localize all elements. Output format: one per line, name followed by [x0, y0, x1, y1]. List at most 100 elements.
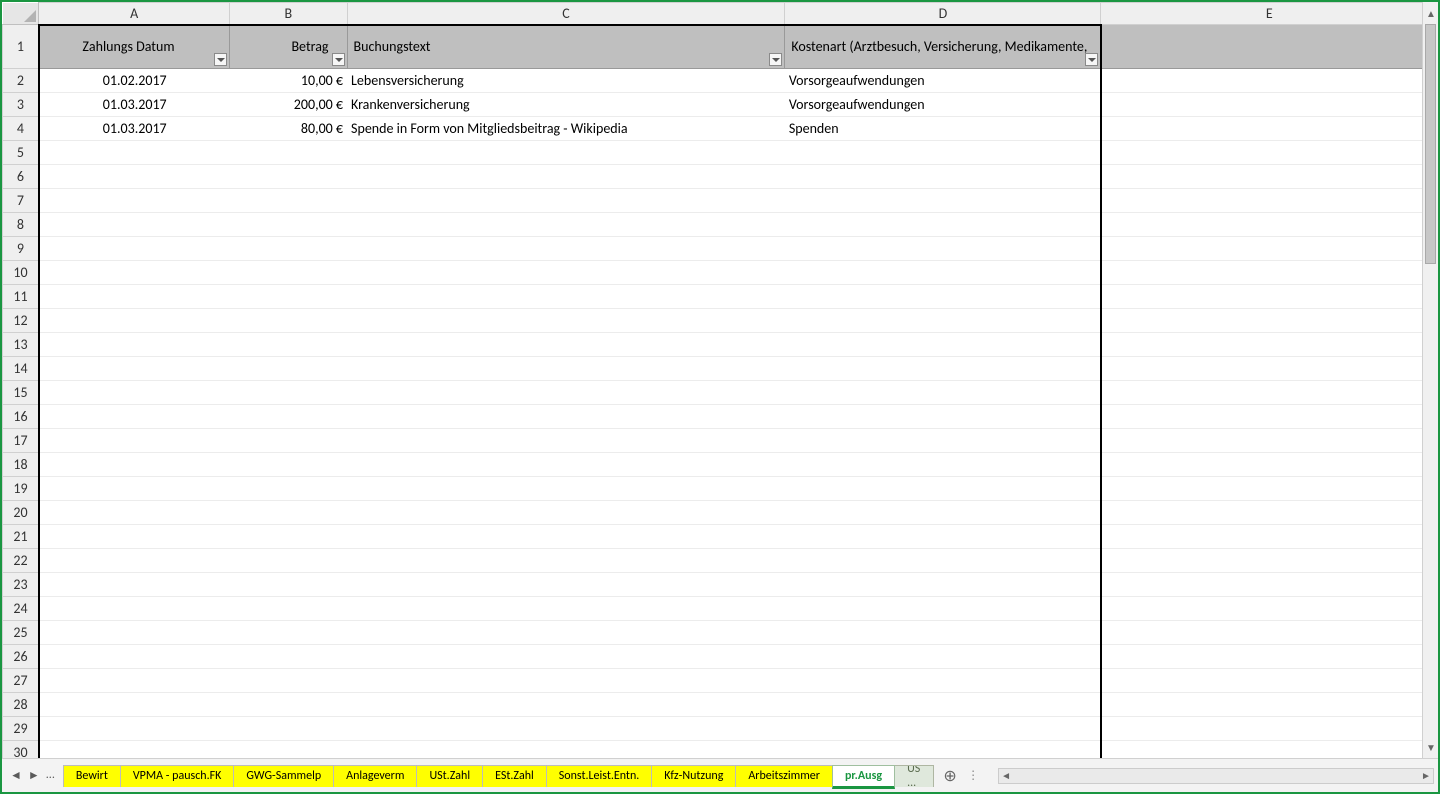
- row-header[interactable]: 15: [3, 381, 39, 405]
- row-header[interactable]: 28: [3, 693, 39, 717]
- cell[interactable]: [39, 213, 230, 237]
- cell[interactable]: [229, 693, 347, 717]
- cell[interactable]: [229, 213, 347, 237]
- cell[interactable]: [347, 405, 785, 429]
- sheet-tab[interactable]: GWG-Sammelp: [233, 765, 334, 787]
- cell[interactable]: [785, 285, 1101, 309]
- row-header[interactable]: 17: [3, 429, 39, 453]
- sheet-tab[interactable]: Kfz-Nutzung: [651, 765, 736, 787]
- col-header-A[interactable]: A: [39, 3, 230, 25]
- scroll-left-icon[interactable]: ◄: [999, 769, 1013, 783]
- table-header-buchungstext[interactable]: Buchungstext: [347, 25, 785, 69]
- cell[interactable]: Spenden: [785, 117, 1101, 141]
- cell[interactable]: [347, 573, 785, 597]
- cell[interactable]: [1101, 717, 1438, 741]
- row-header[interactable]: 16: [3, 405, 39, 429]
- cell[interactable]: [785, 237, 1101, 261]
- cell[interactable]: [1101, 669, 1438, 693]
- cell[interactable]: [785, 693, 1101, 717]
- row-header[interactable]: 6: [3, 165, 39, 189]
- row-header[interactable]: 2: [3, 69, 39, 93]
- col-header-E[interactable]: E: [1101, 3, 1438, 25]
- cell[interactable]: [1101, 237, 1438, 261]
- sheet-tab[interactable]: ESt.Zahl: [482, 765, 547, 787]
- table-header-zahlungs-datum[interactable]: Zahlungs Datum: [39, 25, 230, 69]
- cell[interactable]: [1101, 93, 1438, 117]
- cell[interactable]: [785, 189, 1101, 213]
- cell[interactable]: [229, 501, 347, 525]
- row-header[interactable]: 8: [3, 213, 39, 237]
- cell[interactable]: [347, 621, 785, 645]
- new-sheet-button[interactable]: ⊕: [939, 765, 961, 787]
- table-header-kostenart[interactable]: Kostenart (Arztbesuch, Versicherung, Med…: [785, 25, 1101, 69]
- scroll-thumb[interactable]: [1425, 24, 1436, 264]
- filter-dropdown-icon[interactable]: [332, 53, 345, 66]
- cell[interactable]: [39, 261, 230, 285]
- row-header[interactable]: 10: [3, 261, 39, 285]
- row-header[interactable]: 22: [3, 549, 39, 573]
- cell[interactable]: [229, 285, 347, 309]
- cell[interactable]: [39, 285, 230, 309]
- cell[interactable]: [39, 477, 230, 501]
- cell[interactable]: [1101, 693, 1438, 717]
- cell[interactable]: [39, 309, 230, 333]
- cell[interactable]: [347, 141, 785, 165]
- cell[interactable]: [39, 333, 230, 357]
- cell[interactable]: [39, 141, 230, 165]
- cell[interactable]: [785, 621, 1101, 645]
- table-header-betrag[interactable]: Betrag: [229, 25, 347, 69]
- cell[interactable]: [785, 597, 1101, 621]
- cell[interactable]: [229, 717, 347, 741]
- row-header[interactable]: 25: [3, 621, 39, 645]
- cell[interactable]: [785, 429, 1101, 453]
- sheet-tab[interactable]: Sonst.Leist.Entn.: [546, 765, 653, 787]
- cell[interactable]: [229, 525, 347, 549]
- vertical-scrollbar[interactable]: ▲ ▼: [1422, 2, 1438, 758]
- row-header[interactable]: 24: [3, 597, 39, 621]
- cell[interactable]: [229, 309, 347, 333]
- row-header[interactable]: 11: [3, 285, 39, 309]
- cell[interactable]: 200,00 €: [229, 93, 347, 117]
- tab-nav-next-icon[interactable]: ►: [28, 768, 40, 783]
- cell[interactable]: [785, 381, 1101, 405]
- cell[interactable]: [347, 669, 785, 693]
- cell[interactable]: [785, 645, 1101, 669]
- cell[interactable]: [229, 381, 347, 405]
- cell[interactable]: [1101, 573, 1438, 597]
- scroll-up-icon[interactable]: ▲: [1423, 5, 1439, 21]
- cell[interactable]: [1101, 453, 1438, 477]
- cell[interactable]: [785, 549, 1101, 573]
- cell[interactable]: Krankenversicherung: [347, 93, 785, 117]
- cell[interactable]: [229, 453, 347, 477]
- cell[interactable]: [39, 573, 230, 597]
- sheet-tab-active[interactable]: pr.Ausg: [832, 765, 895, 789]
- cell[interactable]: [1101, 69, 1438, 93]
- cell[interactable]: [39, 645, 230, 669]
- cell[interactable]: 10,00 €: [229, 69, 347, 93]
- cell[interactable]: [229, 429, 347, 453]
- cell[interactable]: [1101, 477, 1438, 501]
- cell[interactable]: [785, 741, 1101, 759]
- cell[interactable]: [785, 477, 1101, 501]
- row-header[interactable]: 7: [3, 189, 39, 213]
- row-header[interactable]: 29: [3, 717, 39, 741]
- scroll-down-icon[interactable]: ▼: [1423, 739, 1439, 755]
- worksheet-grid[interactable]: A B C D E 1 Zahlungs Datum Betrag Buchun…: [2, 2, 1438, 758]
- cell[interactable]: [39, 501, 230, 525]
- cell[interactable]: [39, 597, 230, 621]
- cell[interactable]: [1101, 501, 1438, 525]
- cell[interactable]: [347, 285, 785, 309]
- cell[interactable]: [229, 237, 347, 261]
- cell[interactable]: [39, 453, 230, 477]
- sheet-tab[interactable]: Bewirt: [63, 765, 121, 787]
- cell[interactable]: Lebensversicherung: [347, 69, 785, 93]
- row-header[interactable]: 14: [3, 357, 39, 381]
- col-header-B[interactable]: B: [229, 3, 347, 25]
- row-header[interactable]: 12: [3, 309, 39, 333]
- cell[interactable]: [229, 165, 347, 189]
- cell[interactable]: [785, 261, 1101, 285]
- cell[interactable]: [1101, 141, 1438, 165]
- cell[interactable]: [229, 549, 347, 573]
- cell[interactable]: [229, 189, 347, 213]
- cell[interactable]: [347, 741, 785, 759]
